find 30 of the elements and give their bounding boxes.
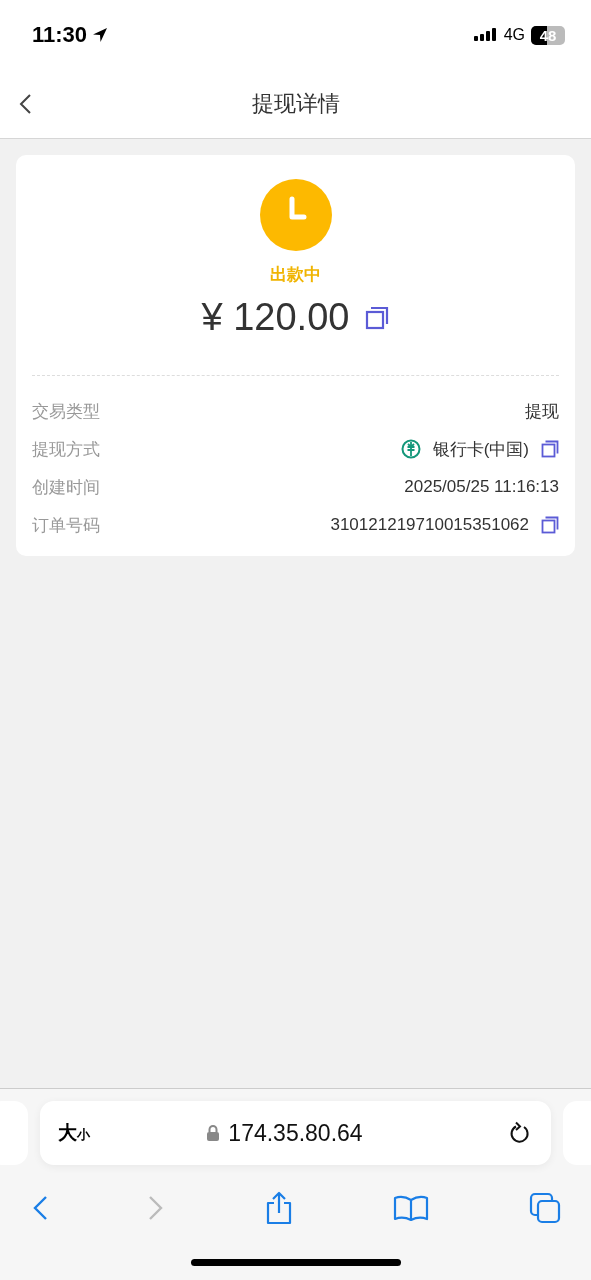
detail-value: 310121219710015351062 [330, 515, 529, 535]
reload-icon[interactable] [509, 1121, 531, 1145]
share-icon[interactable] [264, 1191, 293, 1225]
detail-value: 银行卡(中国) [432, 438, 529, 461]
status-time: 11:30 [32, 22, 88, 48]
address-bar[interactable]: 大小 174.35.80.64 [40, 1101, 551, 1165]
back-icon[interactable] [18, 93, 32, 115]
location-icon [91, 26, 110, 44]
tabs-icon[interactable] [529, 1192, 561, 1224]
text-size-button[interactable]: 小 [77, 1126, 90, 1144]
status-label: 出款中 [270, 263, 321, 286]
bookmarks-icon[interactable] [392, 1194, 429, 1222]
bank-icon [400, 439, 421, 459]
signal-icon [473, 27, 498, 43]
network-label: 4G [503, 26, 525, 44]
detail-value: 2025/05/25 11:16:13 [404, 477, 559, 497]
detail-label: 提现方式 [32, 437, 100, 461]
page-title: 提现详情 [251, 90, 340, 118]
clock-icon [259, 179, 332, 251]
url-text: 174.35.80.64 [228, 1119, 363, 1147]
detail-label: 创建时间 [32, 475, 100, 499]
detail-label: 交易类型 [32, 399, 100, 423]
detail-value: 提现 [525, 400, 559, 423]
copy-icon[interactable] [365, 305, 390, 330]
text-size-button[interactable]: 大 [58, 1120, 77, 1146]
detail-label: 订单号码 [32, 513, 100, 537]
copy-icon[interactable] [541, 440, 559, 458]
lock-icon [206, 1124, 221, 1142]
copy-icon[interactable] [541, 516, 559, 534]
amount: ¥ 120.00 [201, 296, 350, 339]
